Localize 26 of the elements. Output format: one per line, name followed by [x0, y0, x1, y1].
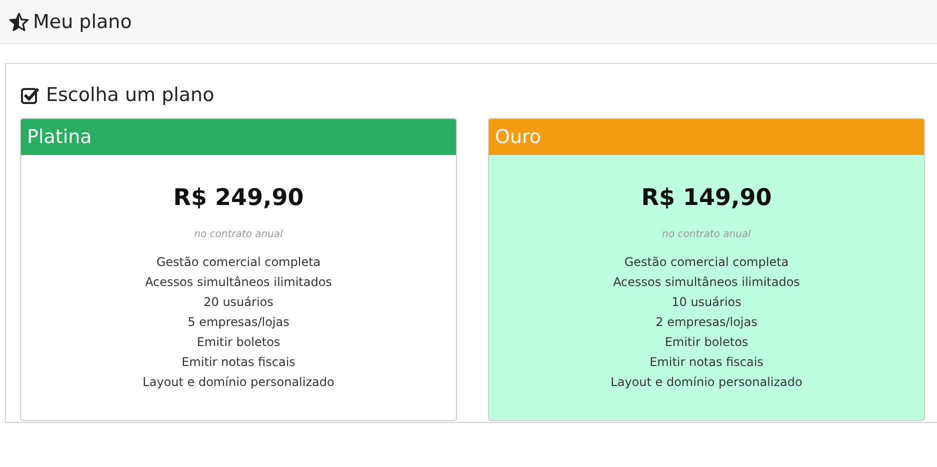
- plan-feature: 2 empresas/lojas: [656, 314, 758, 331]
- plan-feature: Acessos simultâneos ilimitados: [145, 274, 332, 291]
- plan-feature: Layout e domínio personalizado: [610, 374, 802, 391]
- plan-price: R$ 249,90: [173, 185, 304, 211]
- plan-feature: 20 usuários: [204, 294, 274, 311]
- page-title: Meu plano: [33, 10, 132, 32]
- plan-card[interactable]: Ouro R$ 149,90 no contrato anual Gestão comercial completa Acessos simultâneos ilimitados 10 usuários 2 empresas/lojas Emitir boletos Emitir notas fiscais Layout e domínio personalizado: [488, 118, 925, 421]
- price-note: no contrato anual: [194, 229, 283, 240]
- plan-feature: Gestão comercial completa: [624, 254, 789, 271]
- plan-name: Ouro: [489, 119, 924, 155]
- plan-card[interactable]: Platina R$ 249,90 no contrato anual Gestão comercial completa Acessos simultâneos ilimitados 20 usuários 5 empresas/lojas Emitir boletos Emitir notas fiscais Layout e domínio personalizado: [20, 118, 457, 421]
- section-title: Escolha um plano: [46, 84, 214, 106]
- plan-feature: 5 empresas/lojas: [188, 314, 290, 331]
- plan-feature: Emitir boletos: [196, 334, 280, 351]
- plan-price: R$ 149,90: [641, 185, 772, 211]
- plan-feature: Gestão comercial completa: [156, 254, 321, 271]
- checkbox-icon: [20, 85, 40, 105]
- plan-name: Platina: [21, 119, 456, 155]
- plan-feature: Emitir notas fiscais: [182, 354, 296, 371]
- plan-feature: Layout e domínio personalizado: [142, 374, 334, 391]
- plan-feature: Emitir boletos: [664, 334, 748, 351]
- plan-feature: Acessos simultâneos ilimitados: [613, 274, 800, 291]
- star-icon: [9, 12, 29, 32]
- plan-feature: 10 usuários: [672, 294, 742, 311]
- price-note: no contrato anual: [662, 229, 751, 240]
- plan-feature: Emitir notas fiscais: [650, 354, 764, 371]
